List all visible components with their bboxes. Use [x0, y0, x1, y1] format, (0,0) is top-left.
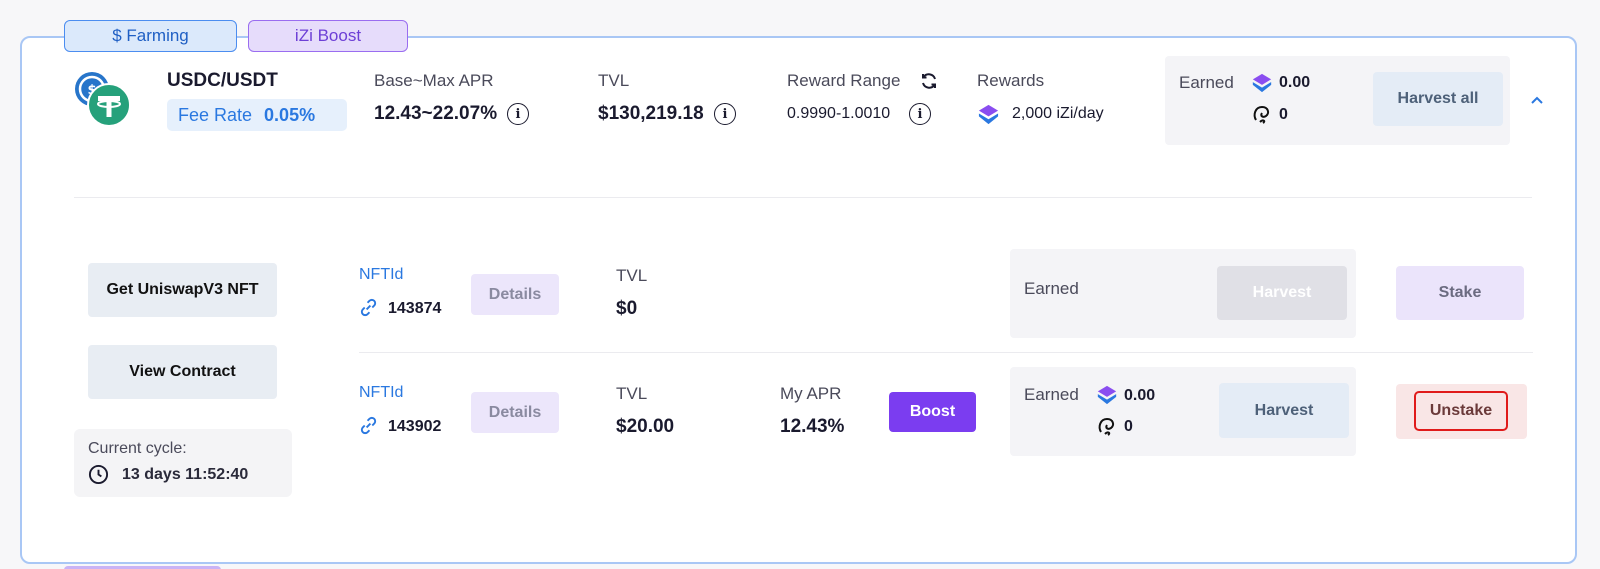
details-button[interactable]: Details — [471, 392, 559, 433]
pool-pair-title: USDC/USDT — [167, 70, 278, 91]
refresh-icon[interactable] — [919, 71, 939, 96]
nft-id-label: NFTId — [359, 384, 404, 401]
reward-token-icon — [1251, 103, 1273, 130]
chevron-up-icon[interactable] — [1530, 92, 1544, 110]
farming-tag[interactable]: $ Farming — [64, 20, 237, 52]
nft-id-value: 143902 — [388, 418, 442, 435]
position-tvl-label: TVL — [616, 266, 648, 285]
header-divider — [74, 197, 1532, 198]
tvl-value: $130,219.18 — [598, 103, 704, 124]
izi-token-icon — [977, 103, 1000, 131]
reward-range-info-icon[interactable]: i — [909, 103, 931, 125]
harvest-button-disabled[interactable]: Harvest — [1217, 266, 1347, 320]
my-apr-label: My APR — [780, 384, 842, 403]
pool-earned-label: Earned — [1179, 73, 1234, 92]
rewards-value: 2,000 iZi/day — [1012, 105, 1104, 122]
token-pair-icon: $ — [74, 70, 132, 133]
view-contract-button[interactable]: View Contract — [88, 345, 277, 399]
apr-value: 12.43~22.07% — [374, 103, 498, 124]
my-apr-value: 12.43% — [780, 416, 845, 437]
details-button[interactable]: Details — [471, 274, 559, 315]
tvl-label: TVL — [598, 71, 630, 90]
izi-token-icon — [1096, 384, 1118, 411]
fee-rate-value: 0.05% — [264, 104, 316, 125]
clock-icon — [88, 464, 109, 490]
link-icon[interactable] — [359, 416, 378, 440]
pool-earned-other: 0 — [1279, 106, 1288, 123]
fee-rate-badge: Fee Rate 0.05% — [167, 99, 347, 131]
position-earned-label: Earned — [1024, 279, 1079, 298]
rewards-label: Rewards — [977, 71, 1045, 90]
position-divider — [359, 352, 1533, 353]
current-cycle-label: Current cycle: — [88, 440, 187, 457]
position-earned-label: Earned — [1024, 385, 1079, 404]
stake-button[interactable]: Stake — [1396, 266, 1524, 320]
izi-boost-tag[interactable]: iZi Boost — [248, 20, 408, 52]
reward-token-icon — [1096, 415, 1118, 442]
position-tvl-label: TVL — [616, 384, 648, 403]
harvest-all-button[interactable]: Harvest all — [1373, 72, 1503, 126]
position-earned-other: 0 — [1124, 418, 1133, 435]
get-uniswap-nft-button[interactable]: Get UniswapV3 NFT — [88, 263, 277, 317]
position-earned-izi: 0.00 — [1124, 387, 1156, 404]
izi-token-icon — [1251, 72, 1273, 99]
nft-id-label: NFTId — [359, 266, 404, 283]
position-tvl-value: $20.00 — [616, 416, 675, 437]
link-icon[interactable] — [359, 298, 378, 322]
harvest-button[interactable]: Harvest — [1219, 383, 1349, 438]
boost-button[interactable]: Boost — [889, 392, 976, 432]
reward-range-label: Reward Range — [787, 71, 901, 90]
tvl-info-icon[interactable]: i — [714, 103, 736, 125]
current-cycle-value: 13 days 11:52:40 — [122, 466, 249, 483]
fee-rate-label: Fee Rate — [178, 104, 253, 125]
unstake-button[interactable]: Unstake — [1414, 391, 1508, 431]
apr-info-icon[interactable]: i — [507, 103, 529, 125]
position-tvl-value: $0 — [616, 298, 638, 319]
apr-label: Base~Max APR — [374, 71, 494, 90]
reward-range-value: 0.9990-1.0010 — [787, 105, 891, 122]
nft-id-value: 143874 — [388, 300, 442, 317]
pool-earned-izi: 0.00 — [1279, 74, 1311, 91]
